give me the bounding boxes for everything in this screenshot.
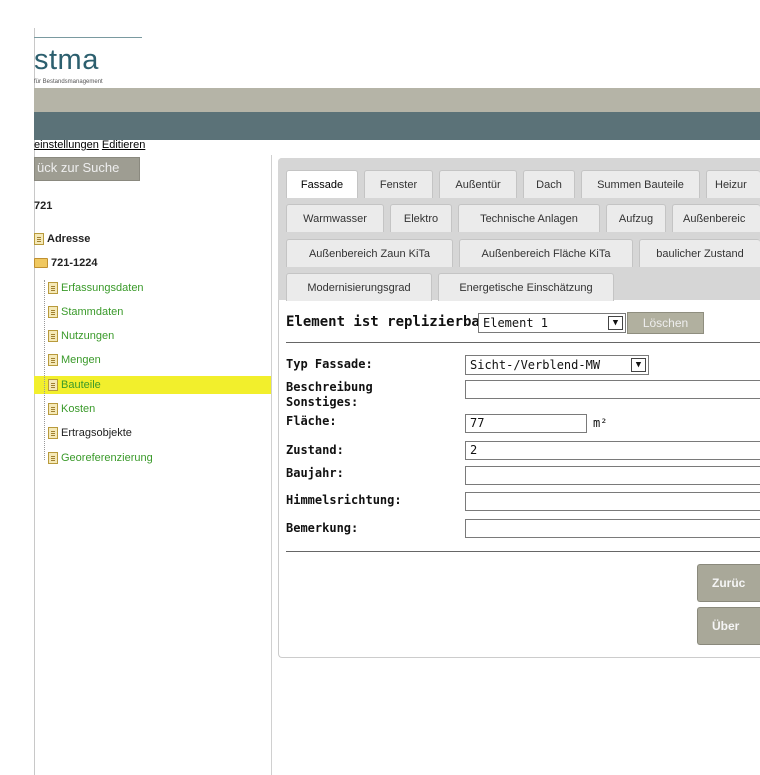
form-divider-top — [286, 342, 760, 343]
element-label: Element ist replizierbar: — [286, 314, 497, 330]
tree-item-label: Stammdaten — [61, 306, 124, 318]
bemerkung-label: Bemerkung: — [286, 521, 359, 535]
tree-item-georeferenzierung[interactable]: Georeferenzierung — [48, 450, 153, 466]
sonstiges-label: Sonstiges: — [286, 395, 359, 409]
document-icon — [48, 452, 58, 464]
nav-band — [34, 112, 760, 140]
back-to-search-button[interactable]: ück zur Suche — [34, 157, 140, 181]
tab-aussenbereich-zaun-kita[interactable]: Außenbereich Zaun KiTa — [286, 239, 453, 267]
delete-button[interactable]: Löschen — [627, 312, 704, 334]
bemerkung-input[interactable] — [465, 519, 760, 538]
logo-subtitle: für Bestandsmanagement — [34, 79, 103, 85]
logo: stma — [34, 44, 99, 76]
tree-item-label: Nutzungen — [61, 330, 115, 342]
tree-item-label: Ertragsobjekte — [61, 427, 132, 439]
tree-item-label: Erfassungsdaten — [61, 282, 144, 294]
tree-root-label: 721 — [34, 200, 53, 212]
chevron-down-icon: ▼ — [631, 358, 646, 372]
sidebar-divider — [271, 155, 272, 775]
top-links: einstellungen Editieren — [34, 139, 145, 151]
typ-fassade-value: Sicht-/Verblend-MW — [470, 358, 601, 372]
tab-aussenbereich[interactable]: Außenbereic — [672, 204, 760, 232]
tree-item-ertragsobjekte[interactable]: Ertragsobjekte — [48, 425, 132, 441]
tree-item-erfassungsdaten[interactable]: Erfassungsdaten — [48, 280, 144, 296]
folder-open-icon — [34, 258, 48, 268]
typ-fassade-select[interactable]: Sicht-/Verblend-MW ▼ — [465, 355, 649, 375]
tab-summen-bauteile[interactable]: Summen Bauteile — [581, 170, 700, 198]
beschreibung-label: Beschreibung — [286, 380, 373, 394]
tab-technische-anlagen[interactable]: Technische Anlagen — [458, 204, 600, 232]
tab-fassade[interactable]: Fassade — [286, 170, 358, 198]
tree-item-mengen[interactable]: Mengen — [48, 352, 101, 368]
back-button[interactable]: Zurüc — [697, 564, 760, 602]
document-icon — [48, 403, 58, 415]
typ-fassade-label: Typ Fassade: — [286, 357, 373, 371]
baujahr-label: Baujahr: — [286, 466, 344, 480]
tab-modernisierungsgrad[interactable]: Modernisierungsgrad — [286, 273, 432, 301]
flaeche-input[interactable]: 77 — [465, 414, 587, 433]
tree-item-kosten[interactable]: Kosten — [48, 401, 95, 417]
tree-item-label: Mengen — [61, 354, 101, 366]
zustand-input[interactable]: 2 — [465, 441, 760, 460]
tab-aufzug[interactable]: Aufzug — [606, 204, 666, 232]
tab-heizung[interactable]: Heizur — [706, 170, 760, 198]
document-icon — [48, 282, 58, 294]
tab-energetische-einschaetzung[interactable]: Energetische Einschätzung — [438, 273, 614, 301]
element-select-value: Element 1 — [483, 316, 549, 330]
document-icon — [34, 233, 44, 245]
tree-item-object[interactable]: 721-1224 — [34, 255, 98, 271]
baujahr-input[interactable] — [465, 466, 760, 485]
edit-link[interactable]: Editieren — [102, 139, 145, 151]
tab-fenster[interactable]: Fenster — [364, 170, 433, 198]
tree-item-nutzungen[interactable]: Nutzungen — [48, 328, 114, 344]
document-icon — [48, 306, 58, 318]
element-select[interactable]: Element 1 ▼ — [478, 313, 626, 333]
page: stma für Bestandsmanagement einstellunge… — [0, 0, 760, 775]
tree-item-label: Georeferenzierung — [61, 452, 153, 464]
tree-item-label: 721-1224 — [51, 257, 98, 269]
tab-warmwasser[interactable]: Warmwasser — [286, 204, 384, 232]
tree-connector — [44, 280, 45, 460]
zustand-label: Zustand: — [286, 443, 344, 457]
tab-baulicher-zustand[interactable]: baulicher Zustand — [639, 239, 760, 267]
document-icon — [48, 379, 58, 391]
tree-item-label: Bauteile — [61, 379, 101, 391]
logo-divider — [34, 37, 142, 38]
header-band — [34, 88, 760, 112]
tab-aussentuer[interactable]: Außentür — [439, 170, 517, 198]
tree-item-label: Kosten — [61, 403, 96, 415]
chevron-down-icon: ▼ — [608, 316, 623, 330]
tree-item-stammdaten[interactable]: Stammdaten — [48, 304, 123, 320]
settings-link[interactable]: einstellungen — [34, 139, 99, 151]
himmelsrichtung-label: Himmelsrichtung: — [286, 493, 402, 507]
document-icon — [48, 354, 58, 366]
document-icon — [48, 330, 58, 342]
tree-item-label: Adresse — [47, 233, 91, 245]
tab-dach[interactable]: Dach — [523, 170, 575, 198]
tree-item-bauteile[interactable]: Bauteile — [48, 377, 101, 393]
document-icon — [48, 427, 58, 439]
tree-item-adresse[interactable]: Adresse — [34, 231, 90, 247]
form-divider-bottom — [286, 551, 760, 552]
flaeche-unit: m² — [593, 416, 608, 430]
flaeche-label: Fläche: — [286, 414, 337, 428]
himmelsrichtung-input[interactable] — [465, 492, 760, 511]
beschreibung-input[interactable] — [465, 380, 760, 399]
tab-aussenbereich-flaeche-kita[interactable]: Außenbereich Fläche KiTa — [459, 239, 633, 267]
tab-elektro[interactable]: Elektro — [390, 204, 452, 232]
submit-button[interactable]: Über — [697, 607, 760, 645]
